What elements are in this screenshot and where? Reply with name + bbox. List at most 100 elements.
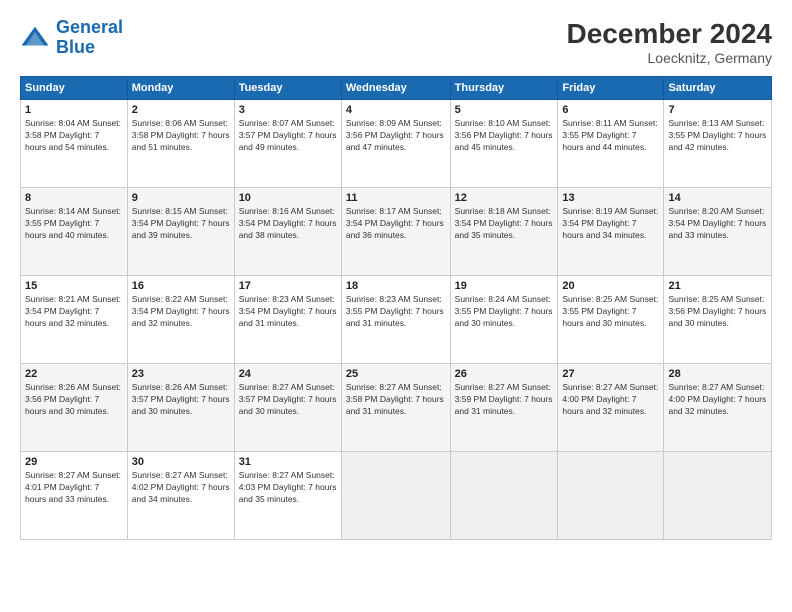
calendar-cell: 28Sunrise: 8:27 AM Sunset: 4:00 PM Dayli… (664, 364, 772, 452)
header-wednesday: Wednesday (341, 77, 450, 100)
day-info: Sunrise: 8:11 AM Sunset: 3:55 PM Dayligh… (562, 118, 659, 154)
calendar-cell: 6 Sunrise: 8:11 AM Sunset: 3:55 PM Daylig… (558, 100, 664, 188)
day-number: 1 (25, 104, 123, 116)
day-info: Sunrise: 8:27 AM Sunset: 3:59 PM Dayligh… (455, 382, 554, 418)
day-info: Sunrise: 8:14 AM Sunset: 3:55 PM Dayligh… (25, 206, 123, 242)
day-number: 24 (239, 368, 337, 380)
day-info: Sunrise: 8:27 AM Sunset: 3:58 PM Dayligh… (346, 382, 446, 418)
calendar-cell: 7Sunrise: 8:13 AM Sunset: 3:55 PM Daylig… (664, 100, 772, 188)
calendar-cell: 18Sunrise: 8:23 AM Sunset: 3:55 PM Dayli… (341, 276, 450, 364)
calendar-cell (664, 452, 772, 540)
day-info: Sunrise: 8:24 AM Sunset: 3:55 PM Dayligh… (455, 294, 554, 330)
day-info: Sunrise: 8:27 AM Sunset: 3:57 PM Dayligh… (239, 382, 337, 418)
day-info: Sunrise: 8:27 AM Sunset: 4:00 PM Dayligh… (668, 382, 767, 418)
day-info: Sunrise: 8:13 AM Sunset: 3:55 PM Dayligh… (668, 118, 767, 154)
day-number: 18 (346, 280, 446, 292)
calendar-cell: 1 Sunrise: 8:04 AM Sunset: 3:58 PM Daylig… (21, 100, 128, 188)
calendar-cell: 27 Sunrise: 8:27 AM Sunset: 4:00 PM Dayli… (558, 364, 664, 452)
day-info: Sunrise: 8:06 AM Sunset: 3:58 PM Dayligh… (132, 118, 230, 154)
calendar-week-row: 1 Sunrise: 8:04 AM Sunset: 3:58 PM Daylig… (21, 100, 772, 188)
calendar-cell (558, 452, 664, 540)
calendar-cell: 15 Sunrise: 8:21 AM Sunset: 3:54 PM Dayli… (21, 276, 128, 364)
calendar-cell: 22 Sunrise: 8:26 AM Sunset: 3:56 PM Dayli… (21, 364, 128, 452)
calendar-cell: 17 Sunrise: 8:23 AM Sunset: 3:54 PM Dayli… (234, 276, 341, 364)
day-number: 13 (562, 192, 659, 204)
day-number: 30 (132, 456, 230, 468)
day-info: Sunrise: 8:25 AM Sunset: 3:56 PM Dayligh… (668, 294, 767, 330)
calendar-cell: 2 Sunrise: 8:06 AM Sunset: 3:58 PM Daylig… (127, 100, 234, 188)
day-info: Sunrise: 8:20 AM Sunset: 3:54 PM Dayligh… (668, 206, 767, 242)
day-number: 14 (668, 192, 767, 204)
calendar-cell (450, 452, 558, 540)
month-year-title: December 2024 (567, 18, 772, 50)
day-number: 2 (132, 104, 230, 116)
calendar-cell: 11 Sunrise: 8:17 AM Sunset: 3:54 PM Dayli… (341, 188, 450, 276)
day-number: 5 (455, 104, 554, 116)
day-info: Sunrise: 8:09 AM Sunset: 3:56 PM Dayligh… (346, 118, 446, 154)
calendar-week-row: 15 Sunrise: 8:21 AM Sunset: 3:54 PM Dayli… (21, 276, 772, 364)
day-number: 6 (562, 104, 659, 116)
header-sunday: Sunday (21, 77, 128, 100)
day-number: 15 (25, 280, 123, 292)
day-info: Sunrise: 8:10 AM Sunset: 3:56 PM Dayligh… (455, 118, 554, 154)
day-number: 4 (346, 104, 446, 116)
header-saturday: Saturday (664, 77, 772, 100)
day-number: 20 (562, 280, 659, 292)
calendar-cell: 31 Sunrise: 8:27 AM Sunset: 4:03 PM Dayli… (234, 452, 341, 540)
calendar-cell: 16Sunrise: 8:22 AM Sunset: 3:54 PM Dayli… (127, 276, 234, 364)
day-number: 11 (346, 192, 446, 204)
day-number: 12 (455, 192, 554, 204)
calendar-cell: 20Sunrise: 8:25 AM Sunset: 3:55 PM Dayli… (558, 276, 664, 364)
calendar-week-row: 29Sunrise: 8:27 AM Sunset: 4:01 PM Dayli… (21, 452, 772, 540)
day-info: Sunrise: 8:15 AM Sunset: 3:54 PM Dayligh… (132, 206, 230, 242)
calendar-cell: 13 Sunrise: 8:19 AM Sunset: 3:54 PM Dayli… (558, 188, 664, 276)
logo: General Blue (20, 18, 123, 58)
calendar-cell: 3Sunrise: 8:07 AM Sunset: 3:57 PM Daylig… (234, 100, 341, 188)
day-info: Sunrise: 8:27 AM Sunset: 4:00 PM Dayligh… (562, 382, 659, 418)
calendar-cell: 26 Sunrise: 8:27 AM Sunset: 3:59 PM Dayli… (450, 364, 558, 452)
day-number: 26 (455, 368, 554, 380)
day-info: Sunrise: 8:26 AM Sunset: 3:56 PM Dayligh… (25, 382, 123, 418)
day-number: 17 (239, 280, 337, 292)
calendar-week-row: 8 Sunrise: 8:14 AM Sunset: 3:55 PM Daylig… (21, 188, 772, 276)
header-tuesday: Tuesday (234, 77, 341, 100)
location-subtitle: Loecknitz, Germany (567, 50, 772, 66)
calendar-cell: 5 Sunrise: 8:10 AM Sunset: 3:56 PM Daylig… (450, 100, 558, 188)
day-info: Sunrise: 8:18 AM Sunset: 3:54 PM Dayligh… (455, 206, 554, 242)
day-number: 19 (455, 280, 554, 292)
day-number: 8 (25, 192, 123, 204)
calendar-week-row: 22 Sunrise: 8:26 AM Sunset: 3:56 PM Dayli… (21, 364, 772, 452)
day-info: Sunrise: 8:23 AM Sunset: 3:54 PM Dayligh… (239, 294, 337, 330)
day-number: 31 (239, 456, 337, 468)
day-info: Sunrise: 8:27 AM Sunset: 4:03 PM Dayligh… (239, 470, 337, 506)
day-number: 25 (346, 368, 446, 380)
day-number: 21 (668, 280, 767, 292)
day-info: Sunrise: 8:16 AM Sunset: 3:54 PM Dayligh… (239, 206, 337, 242)
calendar-cell: 4 Sunrise: 8:09 AM Sunset: 3:56 PM Daylig… (341, 100, 450, 188)
day-info: Sunrise: 8:27 AM Sunset: 4:01 PM Dayligh… (25, 470, 123, 506)
calendar-cell: 24 Sunrise: 8:27 AM Sunset: 3:57 PM Dayli… (234, 364, 341, 452)
day-info: Sunrise: 8:21 AM Sunset: 3:54 PM Dayligh… (25, 294, 123, 330)
header-monday: Monday (127, 77, 234, 100)
logo-text: General Blue (56, 18, 123, 58)
calendar-cell (341, 452, 450, 540)
day-number: 23 (132, 368, 230, 380)
day-number: 27 (562, 368, 659, 380)
title-block: December 2024 Loecknitz, Germany (567, 18, 772, 66)
day-info: Sunrise: 8:27 AM Sunset: 4:02 PM Dayligh… (132, 470, 230, 506)
day-info: Sunrise: 8:17 AM Sunset: 3:54 PM Dayligh… (346, 206, 446, 242)
calendar-cell: 9Sunrise: 8:15 AM Sunset: 3:54 PM Daylig… (127, 188, 234, 276)
calendar-cell: 10 Sunrise: 8:16 AM Sunset: 3:54 PM Dayli… (234, 188, 341, 276)
day-info: Sunrise: 8:04 AM Sunset: 3:58 PM Dayligh… (25, 118, 123, 154)
header: General Blue December 2024 Loecknitz, Ge… (20, 18, 772, 66)
header-thursday: Thursday (450, 77, 558, 100)
day-info: Sunrise: 8:07 AM Sunset: 3:57 PM Dayligh… (239, 118, 337, 154)
day-number: 10 (239, 192, 337, 204)
calendar-cell: 25 Sunrise: 8:27 AM Sunset: 3:58 PM Dayli… (341, 364, 450, 452)
day-info: Sunrise: 8:19 AM Sunset: 3:54 PM Dayligh… (562, 206, 659, 242)
day-number: 22 (25, 368, 123, 380)
calendar-cell: 29Sunrise: 8:27 AM Sunset: 4:01 PM Dayli… (21, 452, 128, 540)
day-info: Sunrise: 8:26 AM Sunset: 3:57 PM Dayligh… (132, 382, 230, 418)
calendar-cell: 8 Sunrise: 8:14 AM Sunset: 3:55 PM Daylig… (21, 188, 128, 276)
page: General Blue December 2024 Loecknitz, Ge… (0, 0, 792, 612)
